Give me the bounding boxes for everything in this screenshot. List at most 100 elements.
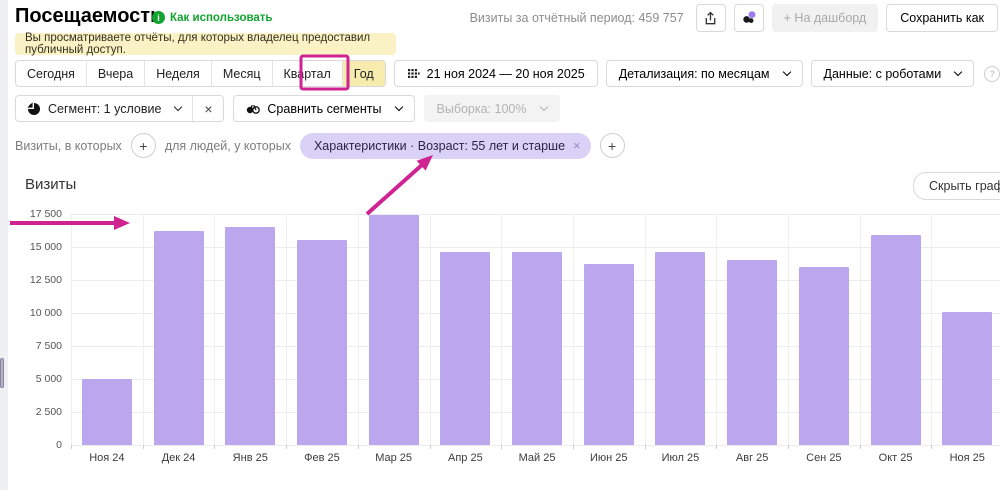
x-axis-label: Окт 25 (879, 452, 913, 464)
tab-year[interactable]: Год (342, 61, 385, 86)
axis-tick (501, 445, 502, 449)
x-axis-label: Фев 25 (304, 452, 340, 464)
add-visit-condition-button[interactable]: + (131, 133, 156, 158)
y-axis-label: 12 500 (0, 274, 62, 286)
chart-bar[interactable] (584, 264, 634, 445)
tab-quarter[interactable]: Квартал (272, 61, 342, 86)
calendar-grid-icon (407, 67, 420, 80)
tab-today[interactable]: Сегодня (16, 61, 86, 86)
chart-title: Визиты (25, 176, 76, 193)
compare-drops-icon (246, 102, 260, 115)
tab-yesterday[interactable]: Вчера (86, 61, 144, 86)
axis-tick (143, 445, 144, 449)
gridline (358, 214, 359, 445)
segment-controls: Сегмент: 1 условие × Сравнить сегменты В… (15, 95, 560, 122)
chart-bar[interactable] (655, 252, 705, 445)
add-user-condition-button[interactable]: + (600, 133, 625, 158)
public-access-banner: Вы просматриваете отчёты, для которых вл… (15, 33, 396, 55)
age-filter-chip[interactable]: Характеристики · Возраст: 55 лет и старш… (300, 133, 591, 159)
axis-tick (430, 445, 431, 449)
gridline (573, 214, 574, 445)
y-axis-label: 10 000 (0, 307, 62, 319)
detalization-dropdown[interactable]: Детализация: по месяцам (606, 60, 803, 87)
segment-group: Сегмент: 1 условие × (15, 95, 224, 122)
x-axis-label: Ноя 24 (89, 452, 124, 464)
annotation-arrow-to-chip (367, 164, 423, 214)
add-to-dashboard-button[interactable]: + На дашборд (772, 4, 879, 32)
gridline (430, 214, 431, 445)
pie-chart-icon (27, 102, 41, 116)
y-axis-label: 5 000 (0, 373, 62, 385)
gridline (716, 214, 717, 445)
axis-tick (645, 445, 646, 449)
detalization-label: Детализация: по месяцам (619, 67, 770, 81)
chart-bar[interactable] (369, 215, 419, 445)
chart-bar[interactable] (942, 312, 992, 445)
export-icon (703, 11, 718, 26)
help-link-label: Как использовать (170, 12, 273, 24)
gridline (71, 214, 72, 445)
axis-tick (788, 445, 789, 449)
chart-bar[interactable] (154, 231, 204, 446)
sampling-dropdown[interactable]: Выборка: 100% (424, 95, 560, 122)
x-axis-label: Янв 25 (233, 452, 268, 464)
period-controls: Сегодня Вчера Неделя Месяц Квартал Год 2… (15, 60, 1000, 87)
gridline (788, 214, 789, 445)
x-axis-label: Июл 25 (662, 452, 700, 464)
axis-tick (860, 445, 861, 449)
x-axis-label: Сен 25 (806, 452, 841, 464)
tab-week[interactable]: Неделя (144, 61, 211, 86)
age-filter-chip-label: Характеристики · Возраст: 55 лет и старш… (314, 139, 565, 153)
visits-summary: Визиты за отчётный период: 459 757 (470, 11, 684, 25)
compare-segments-label: Сравнить сегменты (267, 102, 381, 116)
chart-bar[interactable] (82, 379, 132, 445)
y-axis-label: 17 500 (0, 208, 62, 220)
x-axis-label: Июн 25 (590, 452, 628, 464)
y-axis-label: 2 500 (0, 406, 62, 418)
segments-dots-icon (741, 10, 757, 26)
x-axis-label: Апр 25 (448, 452, 483, 464)
hide-chart-button[interactable]: Скрыть график (913, 172, 1000, 200)
chart-bar[interactable] (512, 252, 562, 445)
segment-remove-button[interactable]: × (192, 96, 223, 121)
compare-segments-dropdown[interactable]: Сравнить сегменты (233, 95, 414, 122)
axis-tick (214, 445, 215, 449)
chart-bar[interactable] (727, 260, 777, 445)
tab-month[interactable]: Месяц (211, 61, 272, 86)
y-axis-label: 7 500 (0, 340, 62, 352)
chart-bar[interactable] (799, 267, 849, 445)
chart-bar[interactable] (225, 227, 275, 445)
chip-close-icon[interactable]: × (573, 138, 581, 153)
filter-row: Визиты, в которых + для людей, у которых… (15, 132, 625, 159)
sampling-label: Выборка: 100% (437, 102, 527, 116)
help-question-icon[interactable]: ? (984, 66, 1000, 82)
x-axis-label: Ноя 25 (950, 452, 985, 464)
gridline (286, 214, 287, 445)
axis-tick (358, 445, 359, 449)
date-range-label: 21 ноя 2024 — 20 ноя 2025 (427, 67, 585, 81)
export-button[interactable] (696, 4, 726, 32)
filter-subject-label: для людей, у которых (165, 139, 291, 153)
help-link[interactable]: i Как использовать (152, 11, 273, 24)
axis-tick (931, 445, 932, 449)
segment-dropdown[interactable]: Сегмент: 1 условие (16, 96, 192, 121)
plot-area (71, 214, 1000, 445)
x-axis: Ноя 24Дек 24Янв 25Фев 25Мар 25Апр 25Май … (71, 452, 1000, 468)
page-title: Посещаемость (15, 5, 162, 28)
chart-bar[interactable] (440, 252, 490, 445)
date-range-button[interactable]: 21 ноя 2024 — 20 ноя 2025 (394, 60, 598, 87)
y-axis-label: 0 (0, 439, 62, 451)
axis-tick (573, 445, 574, 449)
chart-bar[interactable] (871, 235, 921, 445)
gridline (214, 214, 215, 445)
x-axis-label: Май 25 (519, 452, 556, 464)
header-actions: Визиты за отчётный период: 459 757 + На … (470, 4, 998, 32)
gridline (645, 214, 646, 445)
data-mode-dropdown[interactable]: Данные: с роботами (811, 60, 975, 87)
filter-intro-label: Визиты, в которых (15, 139, 122, 153)
metrica-widgets-button[interactable] (734, 4, 764, 32)
gridline (931, 214, 932, 445)
save-as-button[interactable]: Сохранить как (886, 4, 998, 32)
chart-bar[interactable] (297, 240, 347, 445)
y-axis-label: 15 000 (0, 241, 62, 253)
